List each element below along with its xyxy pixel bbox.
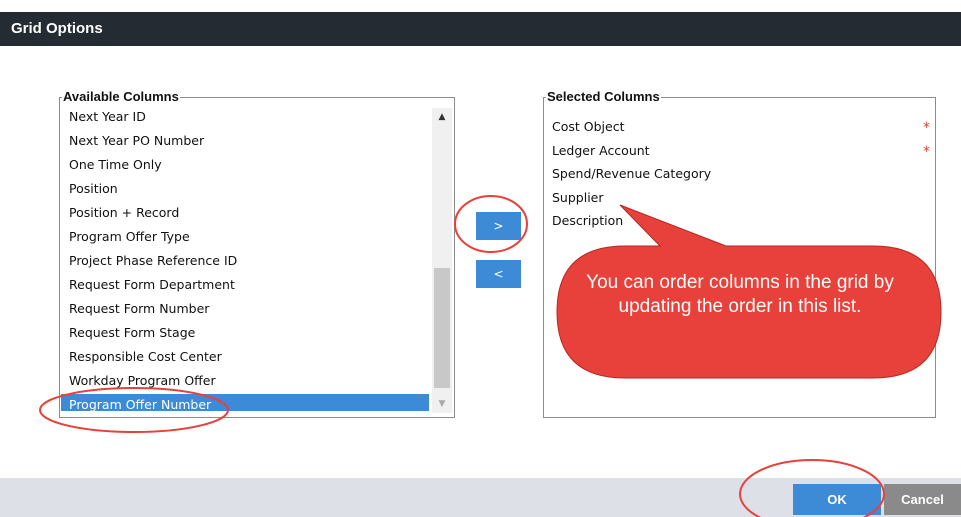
list-item[interactable]: Supplier: [545, 187, 934, 211]
add-column-button[interactable]: >: [476, 212, 521, 240]
selected-columns-list[interactable]: Cost Object * Ledger Account * Spend/Rev…: [545, 116, 934, 234]
list-item[interactable]: Position: [61, 178, 429, 202]
scroll-up-arrow-icon[interactable]: ▲: [432, 108, 452, 126]
selected-columns-panel: Selected Columns Cost Object * Ledger Ac…: [543, 90, 936, 418]
list-item-label: Description: [552, 213, 624, 228]
list-item[interactable]: Next Year ID: [61, 106, 429, 130]
list-item-selected[interactable]: Program Offer Number: [61, 394, 429, 411]
scroll-thumb[interactable]: [434, 268, 450, 388]
available-columns-panel: Available Columns Next Year ID Next Year…: [59, 90, 455, 418]
dialog-title: Grid Options: [11, 20, 103, 37]
list-item-label: Cost Object: [552, 119, 625, 134]
top-strip: [0, 0, 961, 12]
list-item-label: Supplier: [552, 189, 604, 205]
list-item[interactable]: Ledger Account *: [545, 140, 934, 164]
available-columns-list[interactable]: Next Year ID Next Year PO Number One Tim…: [61, 106, 429, 411]
list-item[interactable]: Responsible Cost Center: [61, 346, 429, 370]
list-item-label: Ledger Account: [552, 142, 650, 158]
list-item[interactable]: Cost Object *: [545, 116, 934, 140]
list-item[interactable]: Position + Record: [61, 202, 429, 226]
list-item[interactable]: Workday Program Offer: [61, 370, 429, 394]
list-item[interactable]: One Time Only: [61, 154, 429, 178]
dialog-title-bar: Grid Options: [0, 12, 961, 46]
list-item[interactable]: Next Year PO Number: [61, 130, 429, 154]
selected-columns-legend: Selected Columns: [546, 89, 661, 104]
ok-button[interactable]: OK: [793, 484, 881, 515]
cancel-button[interactable]: Cancel: [884, 484, 961, 515]
scroll-down-arrow-icon[interactable]: ▼: [432, 395, 452, 413]
list-item[interactable]: Program Offer Type: [61, 226, 429, 250]
list-item[interactable]: Description: [545, 210, 934, 234]
required-asterisk-icon: *: [923, 120, 930, 136]
list-item[interactable]: Request Form Department: [61, 274, 429, 298]
list-item[interactable]: Request Form Stage: [61, 322, 429, 346]
available-columns-legend: Available Columns: [62, 89, 180, 104]
list-item[interactable]: Request Form Number: [61, 298, 429, 322]
remove-column-button[interactable]: <: [476, 260, 521, 288]
required-asterisk-icon: *: [923, 143, 930, 160]
available-columns-scrollbar[interactable]: ▲ ▼: [432, 108, 452, 413]
list-item[interactable]: Project Phase Reference ID: [61, 250, 429, 274]
list-item[interactable]: Spend/Revenue Category: [545, 163, 934, 187]
list-item-label: Spend/Revenue Category: [552, 166, 712, 181]
